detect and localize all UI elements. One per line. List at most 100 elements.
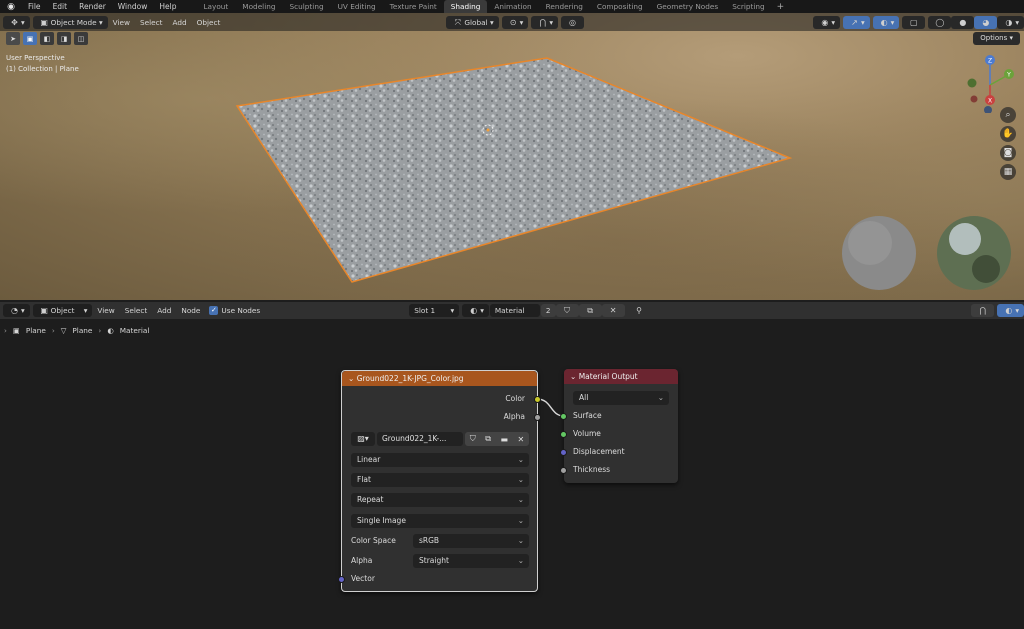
tab-layout[interactable]: Layout: [196, 0, 235, 13]
material-output-node[interactable]: ⌄ Material Output All ⌄ Surface Volume Di…: [560, 369, 678, 483]
tab-scripting[interactable]: Scripting: [725, 0, 771, 13]
pin-button[interactable]: ⚲: [628, 304, 651, 317]
cursor-icon: ➤: [10, 34, 16, 43]
menu-select[interactable]: Select: [120, 306, 153, 315]
menu-add[interactable]: Add: [167, 18, 191, 27]
tab-geometry-nodes[interactable]: Geometry Nodes: [650, 0, 726, 13]
menu-object[interactable]: Object: [192, 18, 226, 27]
color-output-socket[interactable]: [534, 396, 541, 403]
select-box-extend-button[interactable]: ◧: [40, 32, 54, 45]
menu-window[interactable]: Window: [112, 2, 154, 11]
target-dropdown[interactable]: All ⌄: [573, 391, 669, 405]
extension-dropdown[interactable]: Repeat ⌄: [351, 493, 529, 507]
pivot-dropdown[interactable]: ⊙ ▾: [501, 15, 529, 29]
gizmo-toggle[interactable]: ↗ ▾: [842, 15, 870, 29]
mode-dropdown[interactable]: ▣ Object Mode ▾: [32, 15, 108, 29]
add-workspace-button[interactable]: +: [772, 2, 790, 12]
proportional-edit-button[interactable]: ◎: [560, 15, 584, 29]
volume-input-socket[interactable]: [560, 431, 567, 438]
user-count-badge[interactable]: 2: [540, 304, 556, 317]
node-header[interactable]: ⌄ Ground022_1K-JPG_Color.jpg: [342, 371, 537, 386]
menu-help[interactable]: Help: [153, 2, 182, 11]
tab-sculpting[interactable]: Sculpting: [283, 0, 331, 13]
interpolation-dropdown[interactable]: Linear ⌄: [351, 453, 529, 467]
menu-view[interactable]: View: [92, 306, 119, 315]
menu-select[interactable]: Select: [135, 18, 168, 27]
tab-animation[interactable]: Animation: [487, 0, 538, 13]
3d-viewport[interactable]: ✥ ▾ ▣ Object Mode ▾ View Select Add Objec…: [0, 13, 1024, 300]
duplicate-icon[interactable]: ⧉: [485, 434, 491, 444]
zoom-icon[interactable]: ⌕: [1000, 107, 1016, 123]
use-nodes-checkbox[interactable]: ✓ Use Nodes: [209, 306, 260, 315]
perspective-label: User Perspective: [6, 54, 65, 62]
tab-shading[interactable]: Shading: [443, 0, 488, 13]
menu-view[interactable]: View: [108, 18, 135, 27]
ortho-grid-icon[interactable]: ▦: [1000, 164, 1016, 180]
collapse-chevron-icon[interactable]: ⌄: [570, 372, 576, 381]
ground-plane[interactable]: [235, 57, 793, 283]
eye-icon: ◉: [821, 17, 829, 27]
close-icon[interactable]: ✕: [518, 435, 525, 444]
shield-icon[interactable]: ⛉: [470, 434, 476, 444]
shading-wireframe[interactable]: ◯: [928, 15, 952, 29]
tab-compositing[interactable]: Compositing: [590, 0, 650, 13]
image-texture-node[interactable]: ⌄ Ground022_1K-JPG_Color.jpg Color Alpha…: [338, 370, 541, 592]
options-dropdown[interactable]: Options ▾: [973, 32, 1020, 45]
select-tool-button[interactable]: ➤: [6, 32, 20, 45]
overlay-toggle[interactable]: ◐ ▾: [872, 15, 900, 29]
menu-render[interactable]: Render: [73, 2, 112, 11]
duplicate-material-button[interactable]: ⧉: [578, 304, 602, 317]
xray-toggle[interactable]: ▢: [902, 15, 926, 29]
snap-icon: ⋂: [979, 306, 987, 315]
editor-type-button[interactable]: ✥ ▾: [3, 15, 30, 29]
select-box-invert-button[interactable]: ◫: [74, 32, 88, 45]
editor-type-button[interactable]: ◔ ▾: [3, 304, 30, 317]
folder-icon[interactable]: ▬: [500, 435, 508, 444]
breadcrumb-object[interactable]: Plane: [26, 326, 46, 335]
tab-texture-paint[interactable]: Texture Paint: [383, 0, 444, 13]
material-name-field[interactable]: Material: [489, 304, 540, 317]
tab-rendering[interactable]: Rendering: [539, 0, 590, 13]
slot-dropdown[interactable]: Slot 1 ▾: [409, 304, 460, 317]
thickness-input-socket[interactable]: [560, 467, 567, 474]
tab-modeling[interactable]: Modeling: [235, 0, 282, 13]
projection-dropdown[interactable]: Flat ⌄: [351, 473, 529, 487]
select-box-subtract-button[interactable]: ◨: [57, 32, 71, 45]
source-dropdown[interactable]: Single Image ⌄: [351, 514, 529, 528]
alpha-output-socket[interactable]: [534, 414, 541, 421]
unlink-material-button[interactable]: ✕: [601, 304, 625, 317]
fake-user-button[interactable]: ⛉: [555, 304, 579, 317]
shader-type-dropdown[interactable]: ▣ Object ▾: [32, 304, 93, 317]
breadcrumb-material[interactable]: Material: [120, 326, 150, 335]
shading-rendered[interactable]: ◑ ▾: [997, 15, 1024, 29]
menu-add[interactable]: Add: [152, 306, 176, 315]
overlay-toggle[interactable]: ◐ ▾: [997, 304, 1024, 317]
snap-button[interactable]: ⋂ ▾: [531, 15, 558, 29]
color-space-dropdown[interactable]: sRGB ⌄: [413, 534, 529, 548]
material-browse-button[interactable]: ◐ ▾: [462, 304, 489, 317]
breadcrumb-mesh[interactable]: Plane: [72, 326, 92, 335]
blender-logo-icon[interactable]: ◉: [0, 2, 22, 12]
vector-input-socket[interactable]: [338, 576, 345, 583]
snap-toggle[interactable]: ⋂: [971, 304, 995, 317]
visibility-button[interactable]: ◉ ▾: [813, 15, 840, 29]
move-icon: ✥: [11, 17, 18, 27]
node-header[interactable]: ⌄ Material Output: [564, 369, 678, 384]
alpha-mode-dropdown[interactable]: Straight ⌄: [413, 554, 529, 568]
collapse-chevron-icon[interactable]: ⌄: [348, 374, 354, 383]
menu-edit[interactable]: Edit: [47, 2, 74, 11]
transform-orientation-dropdown[interactable]: ⤧ Global ▾: [446, 15, 499, 29]
shading-material[interactable]: ◕: [974, 15, 998, 29]
menu-node[interactable]: Node: [176, 306, 205, 315]
image-browse-button[interactable]: ▨▾: [351, 432, 375, 446]
select-box-new-button[interactable]: ▣: [23, 32, 37, 45]
surface-input-socket[interactable]: [560, 413, 567, 420]
shading-solid[interactable]: ●: [951, 15, 975, 29]
image-name-field[interactable]: Ground022_1K-...: [377, 432, 463, 446]
displacement-input-socket[interactable]: [560, 449, 567, 456]
tab-uv-editing[interactable]: UV Editing: [331, 0, 383, 13]
menu-file[interactable]: File: [22, 2, 47, 11]
navigation-gizmo[interactable]: Z Y X: [960, 53, 1020, 113]
hand-pan-icon[interactable]: ✋: [1000, 126, 1016, 142]
camera-view-icon[interactable]: ◙: [1000, 145, 1016, 161]
